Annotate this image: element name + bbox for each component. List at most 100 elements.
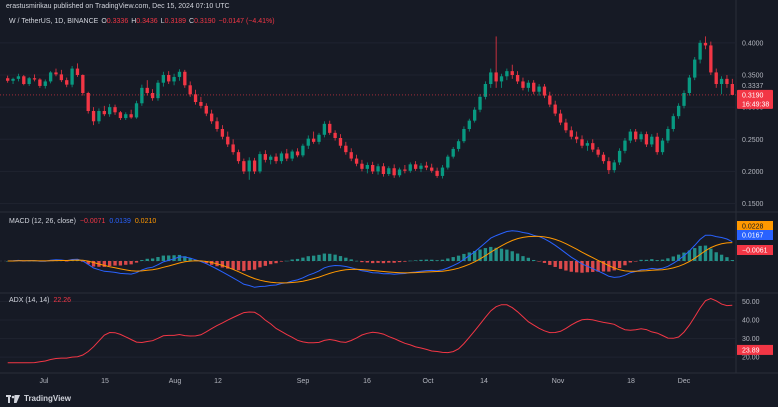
candle-body xyxy=(371,165,375,172)
macd-histogram-bar xyxy=(574,261,579,273)
macd-histogram-bar xyxy=(591,261,595,272)
candle-body xyxy=(510,71,514,75)
candle-body xyxy=(134,103,139,118)
macd-histogram-bar xyxy=(360,261,364,263)
candle-body xyxy=(301,145,305,156)
candle-body xyxy=(467,120,471,129)
candle-body xyxy=(709,45,713,73)
macd-title: MACD (12, 26, close) xyxy=(9,218,76,225)
candle-body xyxy=(537,86,541,92)
candle-body xyxy=(499,76,504,82)
candle-body xyxy=(408,164,412,171)
macd-histogram-bar xyxy=(349,259,353,261)
publisher-line: erastusmirikau published on TradingView.… xyxy=(6,3,230,10)
macd-histogram-bar xyxy=(521,256,525,261)
adx-legend[interactable]: ADX (14, 14) 22.26 xyxy=(9,297,71,304)
candle-body xyxy=(11,78,15,81)
price-tick-label: 0.2500 xyxy=(742,137,764,144)
candle-body xyxy=(6,78,10,81)
macd-line-value: 0.0139 xyxy=(109,218,131,225)
candle-body xyxy=(558,113,563,123)
macd-histogram-bar xyxy=(714,252,718,261)
candle-body xyxy=(269,156,273,160)
macd-histogram-bar xyxy=(145,258,149,261)
macd-histogram-bar xyxy=(387,261,391,263)
candle-body xyxy=(435,170,439,176)
macd-histogram-bar xyxy=(344,257,348,261)
adx-tick-label: 50.00 xyxy=(742,299,760,306)
candle-body xyxy=(290,151,294,159)
candle-body xyxy=(252,160,257,172)
candle-body xyxy=(97,111,101,122)
candle-body xyxy=(515,75,520,82)
macd-histogram-bar xyxy=(430,259,434,261)
macd-histogram-bar xyxy=(639,259,643,261)
candle-body xyxy=(91,111,96,122)
candle-body xyxy=(419,165,423,169)
candle-body xyxy=(403,169,407,171)
candle-body xyxy=(607,161,611,171)
macd-histogram-bar xyxy=(456,255,461,261)
price-axis: 0.40000.35000.30000.25000.20000.15000.33… xyxy=(0,40,773,362)
macd-histogram-bar xyxy=(338,256,343,261)
candle-body xyxy=(156,82,160,99)
candle-body xyxy=(38,79,42,86)
macd-histogram-bar xyxy=(242,261,246,272)
macd-histogram-bar xyxy=(725,257,729,261)
last-price-label: 0.3190 xyxy=(742,92,764,99)
candle-body xyxy=(456,141,461,149)
macd-histogram-bar xyxy=(403,261,407,262)
macd-histogram-bar xyxy=(285,260,289,262)
macd-histogram-bar xyxy=(499,248,504,261)
candle-body xyxy=(172,76,176,82)
chart-canvas[interactable]: 0.40000.35000.30000.25000.20000.15000.33… xyxy=(0,0,778,407)
macd-histogram-bar xyxy=(542,261,547,263)
candle-body xyxy=(32,78,37,80)
candle-body xyxy=(344,145,348,153)
chart-container[interactable]: 0.40000.35000.30000.25000.20000.15000.33… xyxy=(0,0,778,407)
candle-body xyxy=(236,152,241,162)
candle-body xyxy=(381,166,386,174)
candle-body xyxy=(328,123,332,133)
candle-body xyxy=(365,165,369,169)
candle-body xyxy=(65,80,69,85)
candle-body xyxy=(338,138,343,146)
macd-histogram-bar xyxy=(295,258,300,261)
candle-body xyxy=(311,138,316,142)
macd-histogram-bar xyxy=(451,257,455,261)
candle-body xyxy=(639,134,643,140)
macd-histogram-bar xyxy=(161,255,166,261)
macd-histogram-bar xyxy=(258,261,262,268)
macd-histogram-bar xyxy=(376,261,380,263)
time-tick-label: Sep xyxy=(297,378,310,385)
candle-body xyxy=(102,111,106,115)
candle-body xyxy=(719,78,724,84)
macd-histogram-bar xyxy=(489,246,493,261)
macd-histogram-bar xyxy=(537,261,541,262)
macd-histogram-bar xyxy=(440,259,445,261)
macd-histogram-bar xyxy=(634,261,638,262)
candle-body xyxy=(220,129,225,137)
candle-body xyxy=(188,85,192,95)
macd-histogram-bar xyxy=(322,253,327,261)
candle-body xyxy=(59,74,64,81)
candle-body xyxy=(698,42,702,60)
macd-histogram-bar xyxy=(156,257,160,261)
macd-histogram-bar xyxy=(424,259,429,261)
macd-histogram-bar xyxy=(628,261,632,263)
macd-legend[interactable]: MACD (12, 26, close) −0.0071 0.0139 0.02… xyxy=(9,218,156,225)
macd-histogram-bar xyxy=(290,259,294,261)
candle-body xyxy=(564,122,568,131)
candle-body xyxy=(660,140,665,153)
tradingview-logo[interactable]: TradingView xyxy=(6,394,71,403)
countdown-label: 16:49:38 xyxy=(742,101,769,108)
macd-histogram-bar xyxy=(231,261,235,270)
macd-line-tag-label: 0.0167 xyxy=(742,233,764,240)
candle-body xyxy=(392,168,396,176)
candle-body xyxy=(183,71,187,86)
time-tick-label: Aug xyxy=(169,378,182,385)
close-value: 0.3190 xyxy=(194,18,216,25)
candle-body xyxy=(687,77,692,93)
macd-histogram-bar xyxy=(333,254,337,261)
macd-histogram-bar xyxy=(140,260,144,261)
